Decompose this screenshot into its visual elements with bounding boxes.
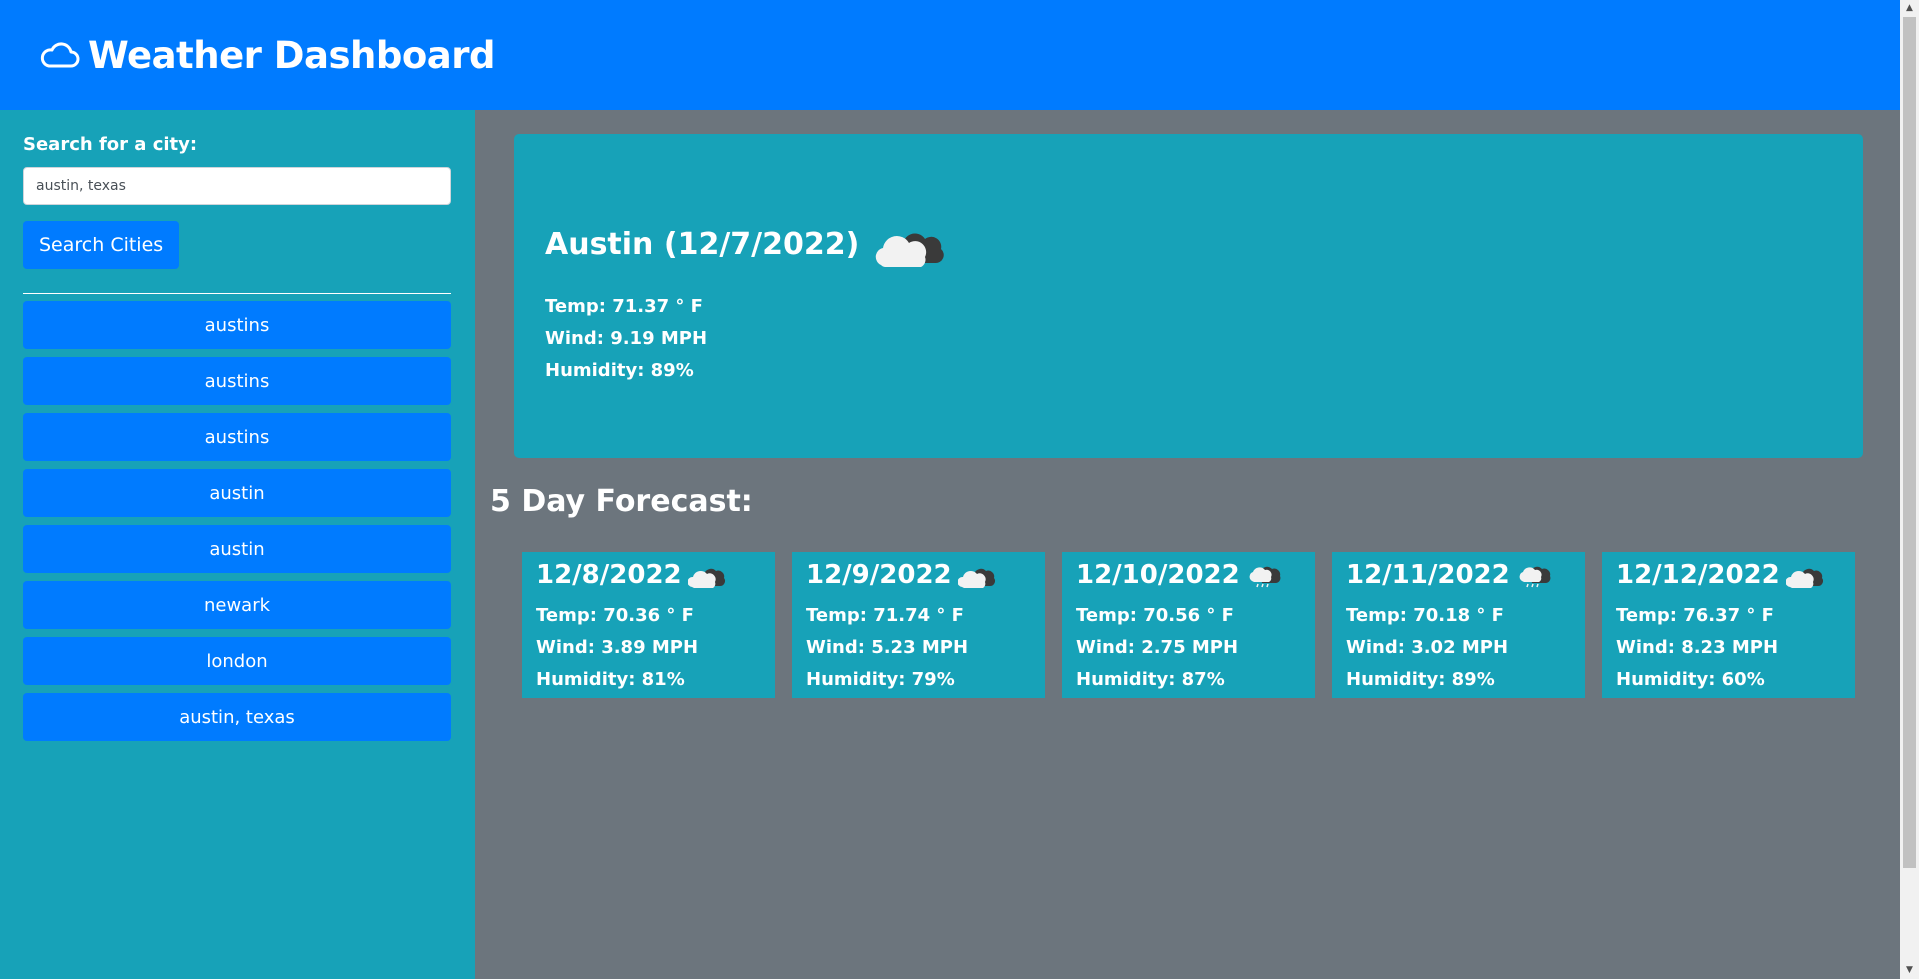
history-city-button[interactable]: austins [23, 357, 451, 405]
scrollbar-thumb[interactable] [1903, 17, 1916, 868]
forecast-temp: Temp: 76.37 ° F [1616, 605, 1774, 626]
current-temp: Temp: 71.37 ° F [545, 296, 703, 317]
sidebar: Search for a city: Search Cities austins… [0, 110, 475, 979]
forecast-wind: Wind: 8.23 MPH [1616, 637, 1779, 658]
history-city-button[interactable]: austin, texas [23, 693, 451, 741]
page-title: Weather Dashboard [88, 33, 495, 77]
forecast-wind: Wind: 2.75 MPH [1076, 637, 1239, 658]
scroll-down-arrow-icon[interactable]: ▼ [1900, 962, 1919, 979]
current-humidity: Humidity: 89% [545, 360, 694, 381]
forecast-humidity: Humidity: 60% [1616, 669, 1765, 690]
forecast-temp: Temp: 70.56 ° F [1076, 605, 1234, 626]
forecast-humidity: Humidity: 79% [806, 669, 955, 690]
forecast-card: 12/12/2022 Temp: 76.37 ° F Wind: 8.23 MP… [1602, 552, 1855, 698]
forecast-humidity: Humidity: 81% [536, 669, 685, 690]
current-city-title: Austin (12/7/2022) [545, 226, 860, 262]
current-weather-card: Austin (12/7/2022) Temp: 71.37 ° F Wind:… [514, 134, 1863, 458]
forecast-wind: Wind: 5.23 MPH [806, 637, 969, 658]
history-city-button[interactable]: austins [23, 413, 451, 461]
forecast-humidity: Humidity: 89% [1346, 669, 1495, 690]
forecast-temp: Temp: 71.74 ° F [806, 605, 964, 626]
forecast-card: 12/10/2022 Temp: 70.56 ° F Wind: 2.75 MP… [1062, 552, 1315, 698]
city-search-input[interactable] [23, 167, 451, 205]
forecast-date: 12/8/2022 [536, 560, 682, 590]
forecast-card: 12/8/2022 Temp: 70.36 ° F Wind: 3.89 MPH… [522, 552, 775, 698]
rain-icon [1249, 566, 1281, 588]
forecast-wind: Wind: 3.89 MPH [536, 637, 699, 658]
forecast-date: 12/10/2022 [1076, 560, 1240, 590]
forecast-card: 12/11/2022 Temp: 70.18 ° F Wind: 3.02 MP… [1332, 552, 1585, 698]
history-city-button[interactable]: newark [23, 581, 451, 629]
forecast-temp: Temp: 70.18 ° F [1346, 605, 1504, 626]
search-cities-button[interactable]: Search Cities [23, 221, 180, 269]
vertical-scrollbar[interactable]: ▲ ▼ [1900, 0, 1919, 979]
forecast-date: 12/11/2022 [1346, 560, 1510, 590]
forecast-cards: 12/8/2022 Temp: 70.36 ° F Wind: 3.89 MPH… [522, 552, 1872, 698]
cloudy-icon [1785, 568, 1823, 588]
cloudy-icon [876, 233, 945, 267]
forecast-title: 5 Day Forecast: [490, 484, 753, 519]
cloudy-icon [957, 568, 995, 588]
history-city-button[interactable]: austin [23, 525, 451, 573]
scroll-up-arrow-icon[interactable]: ▲ [1900, 0, 1919, 17]
history-city-button[interactable]: austins [23, 301, 451, 349]
forecast-date: 12/12/2022 [1616, 560, 1780, 590]
main-content: Austin (12/7/2022) Temp: 71.37 ° F Wind:… [475, 110, 1900, 979]
cloudy-icon [687, 568, 725, 588]
forecast-wind: Wind: 3.02 MPH [1346, 637, 1509, 658]
forecast-date: 12/9/2022 [806, 560, 952, 590]
current-wind: Wind: 9.19 MPH [545, 328, 708, 349]
history-city-button[interactable]: london [23, 637, 451, 685]
rain-icon [1519, 566, 1551, 588]
app-header: Weather Dashboard [0, 0, 1900, 110]
search-label: Search for a city: [23, 134, 198, 155]
divider [23, 293, 451, 294]
search-history: austins austins austins austin austin ne… [23, 301, 452, 741]
cloud-icon [40, 42, 80, 68]
forecast-card: 12/9/2022 Temp: 71.74 ° F Wind: 5.23 MPH… [792, 552, 1045, 698]
history-city-button[interactable]: austin [23, 469, 451, 517]
forecast-temp: Temp: 70.36 ° F [536, 605, 694, 626]
forecast-humidity: Humidity: 87% [1076, 669, 1225, 690]
